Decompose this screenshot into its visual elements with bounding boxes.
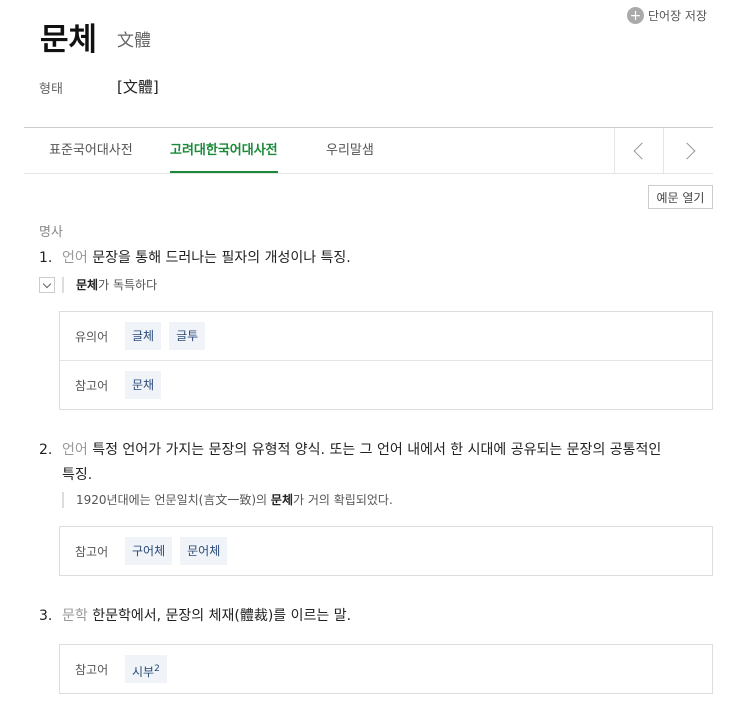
sense-definition: 한문학에서, 문장의 체재(體裁)를 이르는 말. — [92, 608, 352, 624]
sense-number: 3. — [39, 608, 53, 624]
save-to-wordbook-button[interactable]: + 단어장 저장 — [627, 7, 707, 24]
sense-domain: 문학 — [62, 608, 88, 624]
headword-hanja: 文體 — [117, 31, 151, 51]
tab-standard-dictionary[interactable]: 표준국어대사전 — [49, 128, 133, 173]
relations-box: 참고어 구어체 문어체 — [59, 526, 713, 576]
relations-box: 유의어 글체 글투 참고어 문채 — [59, 311, 713, 410]
sense-3: 3. 문학 한문학에서, 문장의 체재(體裁)를 이르는 말. — [39, 604, 709, 629]
homonym-number: 2 — [154, 664, 160, 674]
chevron-down-icon — [42, 279, 52, 288]
chevron-left-icon — [633, 142, 650, 159]
relation-row: 유의어 글체 글투 — [60, 312, 712, 360]
related-word-link[interactable]: 문어체 — [180, 537, 228, 565]
chevron-right-icon — [678, 142, 695, 159]
prev-tab-button[interactable] — [614, 128, 664, 173]
sense-definition-cont: 특징. — [62, 467, 93, 483]
example-headword: 문체 — [270, 493, 293, 507]
example-text-pre: 1920년대에는 언문일치(言文一致)의 — [76, 493, 271, 507]
sense-1: 1. 언어 문장을 통해 드러나는 필자의 개성이나 특징. — [39, 246, 709, 271]
related-word-link[interactable]: 시부2 — [125, 655, 167, 683]
relation-label: 참고어 — [75, 378, 109, 393]
relation-row: 참고어 구어체 문어체 — [60, 527, 712, 575]
relation-label: 유의어 — [75, 329, 109, 344]
tab-urimalsaem[interactable]: 우리말샘 — [326, 128, 374, 173]
headword: 문체 — [40, 22, 98, 58]
sense-number: 2. — [39, 442, 53, 458]
relation-row: 참고어 시부2 — [60, 645, 712, 693]
sense-definition: 특정 언어가 가지는 문장의 유형적 양식. 또는 그 언어 내에서 한 시대에… — [92, 442, 662, 458]
save-label: 단어장 저장 — [648, 9, 708, 23]
example-sentence: 문체가 독특하다 — [62, 277, 157, 293]
open-examples-button[interactable]: 예문 열기 — [648, 185, 713, 209]
related-word-link[interactable]: 글체 — [125, 322, 162, 350]
relation-label: 참고어 — [75, 544, 109, 559]
relation-label: 참고어 — [75, 662, 109, 677]
example-text: 가 독특하다 — [98, 278, 158, 292]
sense-domain: 언어 — [62, 442, 88, 458]
plus-icon: + — [627, 7, 644, 24]
form-value: [文體] — [117, 78, 159, 96]
tab-korea-univ-dictionary[interactable]: 고려대한국어대사전 — [170, 128, 278, 173]
sense-number: 1. — [39, 250, 53, 266]
dictionary-tabs: 표준국어대사전 고려대한국어대사전 우리말샘 — [24, 127, 713, 174]
example-sentence: 1920년대에는 언문일치(言文一致)의 문체가 거의 확립되었다. — [62, 492, 393, 508]
related-word-link[interactable]: 문채 — [125, 371, 162, 399]
relation-row: 참고어 문채 — [60, 360, 712, 409]
relations-box: 참고어 시부2 — [59, 644, 713, 694]
example-headword: 문체 — [76, 278, 99, 292]
example-text: 가 거의 확립되었다. — [293, 493, 393, 507]
example-toggle-button[interactable] — [39, 277, 55, 293]
related-word-link[interactable]: 구어체 — [125, 537, 173, 565]
sense-definition: 문장을 통해 드러나는 필자의 개성이나 특징. — [92, 250, 351, 266]
related-word-link[interactable]: 글투 — [169, 322, 206, 350]
sense-domain: 언어 — [62, 250, 88, 266]
part-of-speech: 명사 — [39, 225, 63, 240]
form-label: 형태 — [39, 82, 63, 97]
next-tab-button[interactable] — [663, 128, 713, 173]
sense-2: 2. 언어 특정 언어가 가지는 문장의 유형적 양식. 또는 그 언어 내에서 … — [39, 438, 709, 488]
related-word-text: 시부 — [132, 665, 155, 679]
